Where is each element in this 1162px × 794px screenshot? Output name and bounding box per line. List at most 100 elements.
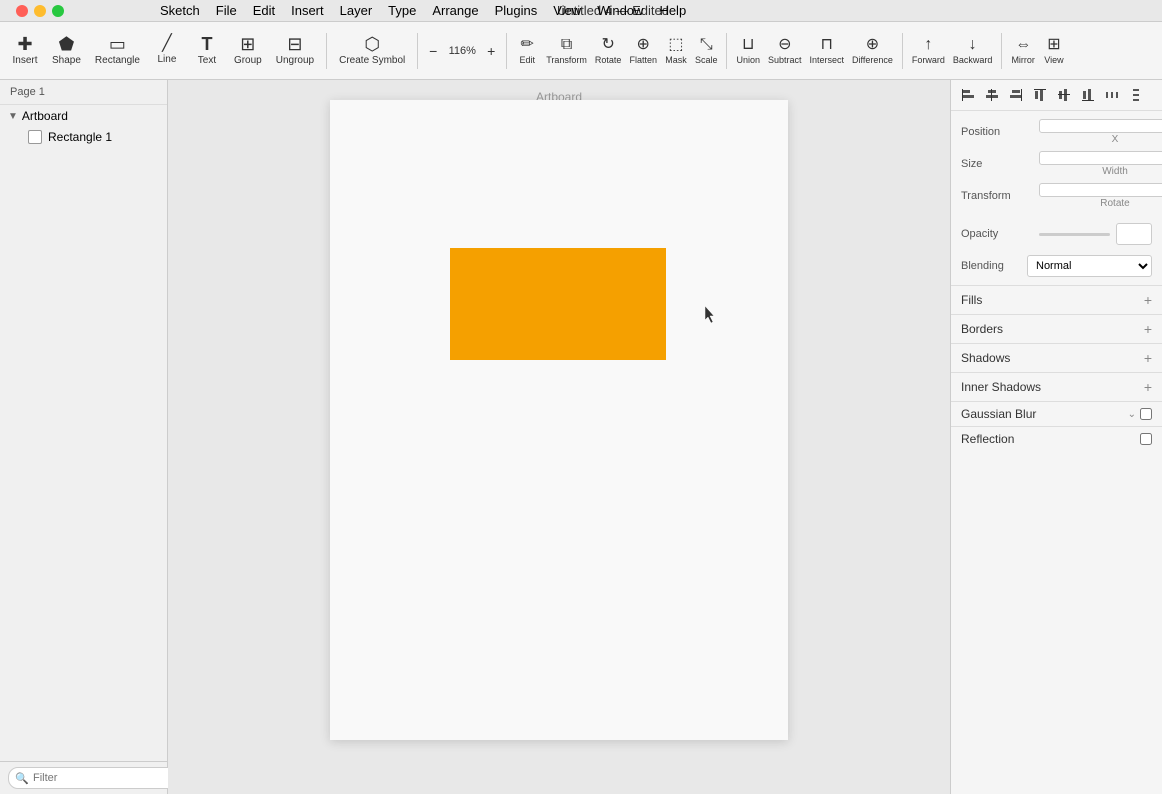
scale-label: Scale	[695, 55, 718, 65]
shadows-section-header[interactable]: Shadows +	[951, 343, 1162, 372]
zoom-level[interactable]: 116%	[444, 41, 480, 61]
backward-button[interactable]: ↓ Backward	[950, 33, 996, 69]
rotate-button[interactable]: ↻ Rotate	[592, 33, 625, 69]
menu-arrange[interactable]: Arrange	[424, 3, 486, 18]
reflection-label: Reflection	[961, 432, 1014, 446]
menu-sketch[interactable]: Sketch	[152, 3, 208, 18]
ungroup-button[interactable]: ⊟ Ungroup	[270, 31, 320, 70]
line-button[interactable]: ╱ Line	[148, 32, 186, 69]
transform-row: Transform Rotate ⇔ ⇕ Flip	[961, 183, 1152, 209]
width-input[interactable]	[1039, 151, 1162, 165]
mask-icon: ⬚	[668, 37, 683, 53]
forward-button[interactable]: ↑ Forward	[909, 33, 948, 69]
mask-button[interactable]: ⬚ Mask	[662, 33, 690, 69]
x-input[interactable]	[1039, 119, 1162, 133]
align-middle-v-button[interactable]	[1053, 84, 1075, 106]
subtract-button[interactable]: ⊖ Subtract	[765, 33, 805, 69]
edit-button[interactable]: ✏ Edit	[513, 33, 541, 69]
sep-4	[726, 33, 727, 69]
insert-button[interactable]: ✚ Insert	[6, 31, 44, 70]
sep-5	[902, 33, 903, 69]
add-inner-shadow-button[interactable]: +	[1144, 379, 1152, 395]
view-label: View	[1044, 55, 1063, 65]
gaussian-blur-expand-icon[interactable]: ⌄	[1128, 409, 1136, 420]
add-fill-button[interactable]: +	[1144, 292, 1152, 308]
align-bottom-button[interactable]	[1077, 84, 1099, 106]
add-shadow-button[interactable]: +	[1144, 350, 1152, 366]
zoom-group: − 116% +	[424, 39, 500, 63]
fills-section-header[interactable]: Fills +	[951, 285, 1162, 314]
text-button[interactable]: T Text	[188, 31, 226, 70]
transform-icon: ⧉	[561, 37, 572, 53]
menu-plugins[interactable]: Plugins	[487, 3, 546, 18]
distribute-v-button[interactable]	[1125, 84, 1147, 106]
minimize-button[interactable]	[34, 5, 46, 17]
menu-type[interactable]: Type	[380, 3, 424, 18]
chevron-down-icon: ▼	[8, 111, 18, 122]
shape-button[interactable]: ⬟ Shape	[46, 31, 87, 70]
menu-insert[interactable]: Insert	[283, 3, 332, 18]
page-label: Page 1	[10, 86, 45, 98]
distribute-h-button[interactable]	[1101, 84, 1123, 106]
flatten-icon: ⊕	[637, 37, 650, 53]
menu-help[interactable]: Help	[651, 3, 694, 18]
maximize-button[interactable]	[52, 5, 64, 17]
view-button[interactable]: ⊞ View	[1040, 33, 1068, 69]
rotate-input[interactable]	[1039, 183, 1162, 197]
add-border-button[interactable]: +	[1144, 321, 1152, 337]
menu-file[interactable]: File	[208, 3, 245, 18]
opacity-slider[interactable]	[1039, 233, 1110, 236]
flatten-label: Flatten	[629, 55, 657, 65]
right-panel: Position X Y Size Width 🔗	[950, 80, 1162, 794]
shape-icon: ⬟	[59, 35, 75, 53]
align-right-button[interactable]	[1005, 84, 1027, 106]
rectangle-button[interactable]: ▭ Rectangle	[89, 31, 146, 70]
borders-section-header[interactable]: Borders +	[951, 314, 1162, 343]
create-symbol-button[interactable]: ⬡ Create Symbol	[333, 31, 411, 70]
menu-layer[interactable]: Layer	[332, 3, 381, 18]
menu-edit[interactable]: Edit	[245, 3, 283, 18]
opacity-input[interactable]	[1116, 223, 1152, 245]
transform-button[interactable]: ⧉ Transform	[543, 33, 590, 69]
canvas-area[interactable]: Artboard	[168, 80, 950, 794]
intersect-icon: ⊓	[821, 37, 833, 53]
rectangle-layer-item[interactable]: Rectangle 1	[0, 127, 167, 147]
sep-3	[506, 33, 507, 69]
x-sub-label: X	[1112, 134, 1119, 145]
blending-select[interactable]: Normal	[1027, 255, 1152, 277]
union-button[interactable]: ⊔ Union	[733, 33, 763, 69]
flatten-button[interactable]: ⊕ Flatten	[626, 33, 660, 69]
sep-2	[417, 33, 418, 69]
intersect-button[interactable]: ⊓ Intersect	[807, 33, 848, 69]
artboard-layer-group[interactable]: ▼ Artboard	[0, 105, 167, 127]
align-top-button[interactable]	[1029, 84, 1051, 106]
view-icon: ⊞	[1047, 37, 1060, 53]
sidebar-bottom: 🔍 ⊕ ✎ 0	[0, 761, 167, 794]
align-center-h-button[interactable]	[981, 84, 1003, 106]
filter-input[interactable]	[8, 767, 184, 789]
edit-icon: ✏	[521, 37, 534, 53]
opacity-label: Opacity	[961, 228, 1033, 240]
align-left-button[interactable]	[957, 84, 979, 106]
artboard[interactable]	[330, 100, 788, 740]
rectangle-shape[interactable]	[450, 248, 666, 360]
zoom-in-button[interactable]: +	[482, 39, 500, 63]
group-button[interactable]: ⊞ Group	[228, 31, 268, 70]
shadows-label: Shadows	[961, 351, 1010, 365]
mirror-button[interactable]: ⇔ Mirror	[1008, 33, 1038, 69]
menu-view[interactable]: View	[545, 3, 589, 18]
mirror-icon: ⇔	[1015, 37, 1031, 53]
menu-window[interactable]: Window	[589, 3, 651, 18]
reflection-toggle[interactable]	[1140, 433, 1152, 445]
scale-button[interactable]: ⤡ Scale	[692, 33, 721, 69]
layer-list: ▼ Artboard Rectangle 1	[0, 105, 167, 761]
zoom-out-button[interactable]: −	[424, 39, 442, 63]
main-layout: Page 1 ▼ Artboard Rectangle 1 🔍 ⊕ ✎	[0, 80, 1162, 794]
difference-button[interactable]: ⊕ Difference	[849, 33, 896, 69]
close-button[interactable]	[16, 5, 28, 17]
create-symbol-icon: ⬡	[364, 35, 380, 53]
gaussian-blur-toggle[interactable]	[1140, 408, 1152, 420]
group-icon: ⊞	[240, 35, 255, 53]
line-icon: ╱	[162, 36, 172, 52]
inner-shadows-section-header[interactable]: Inner Shadows +	[951, 372, 1162, 401]
